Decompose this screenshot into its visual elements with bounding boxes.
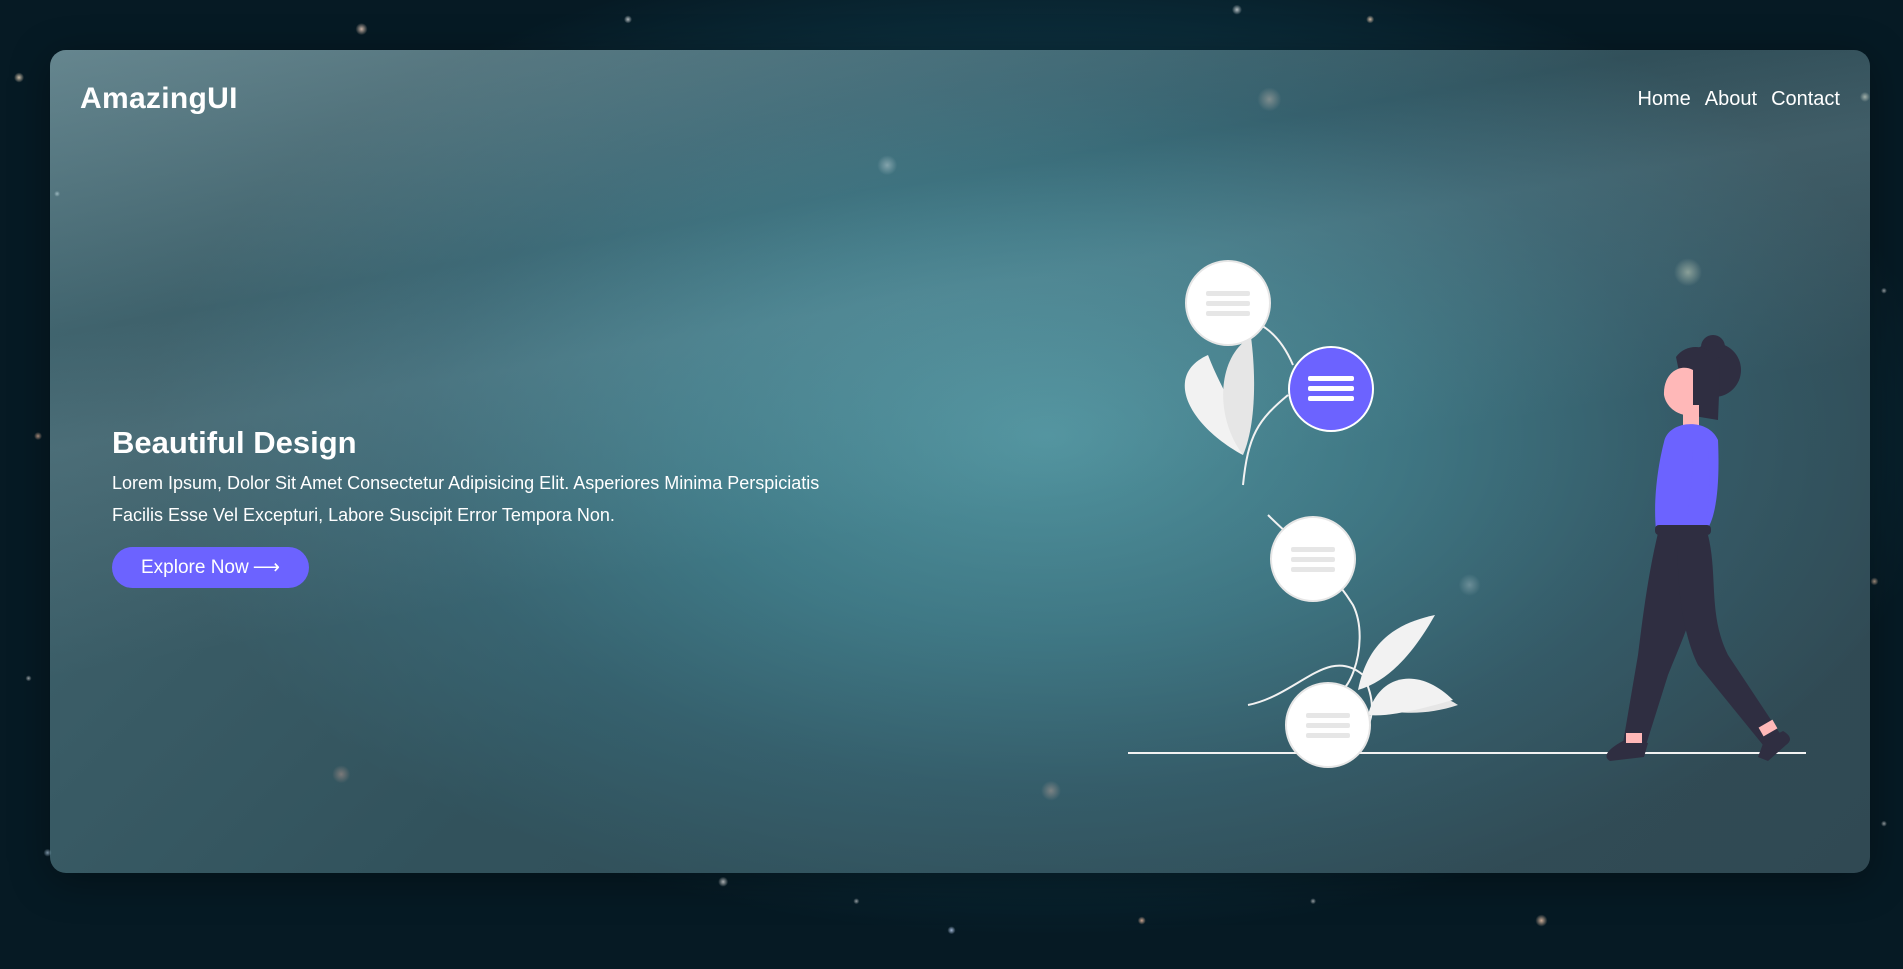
menu-lines-icon (1270, 516, 1356, 602)
explore-now-button[interactable]: Explore Now ⟶ (112, 547, 309, 588)
hero-description: Lorem Ipsum, Dolor Sit Amet Consectetur … (112, 473, 820, 525)
arrow-right-icon: ⟶ (252, 557, 280, 578)
explore-now-label: Explore Now (141, 557, 249, 578)
nav-home-link[interactable]: Home (1637, 88, 1690, 111)
woman-figure (1606, 335, 1790, 761)
leaf (1358, 615, 1435, 690)
leaf (1368, 678, 1453, 716)
glass-card: AmazingUI Home About Contact Beautiful D… (50, 50, 1870, 873)
hero-illustration (1128, 260, 1806, 768)
top-nav: Home About Contact (1637, 88, 1840, 111)
menu-lines-icon (1288, 346, 1374, 432)
menu-lines-icon (1185, 260, 1271, 346)
nav-about-link[interactable]: About (1705, 88, 1757, 111)
logo[interactable]: AmazingUI (80, 82, 238, 116)
menu-lines-icon (1285, 682, 1371, 768)
hero-title: Beautiful Design (112, 425, 357, 460)
hero-section: Beautiful Design Lorem Ipsum, Dolor Sit … (112, 425, 832, 588)
nav-contact-link[interactable]: Contact (1771, 88, 1840, 111)
